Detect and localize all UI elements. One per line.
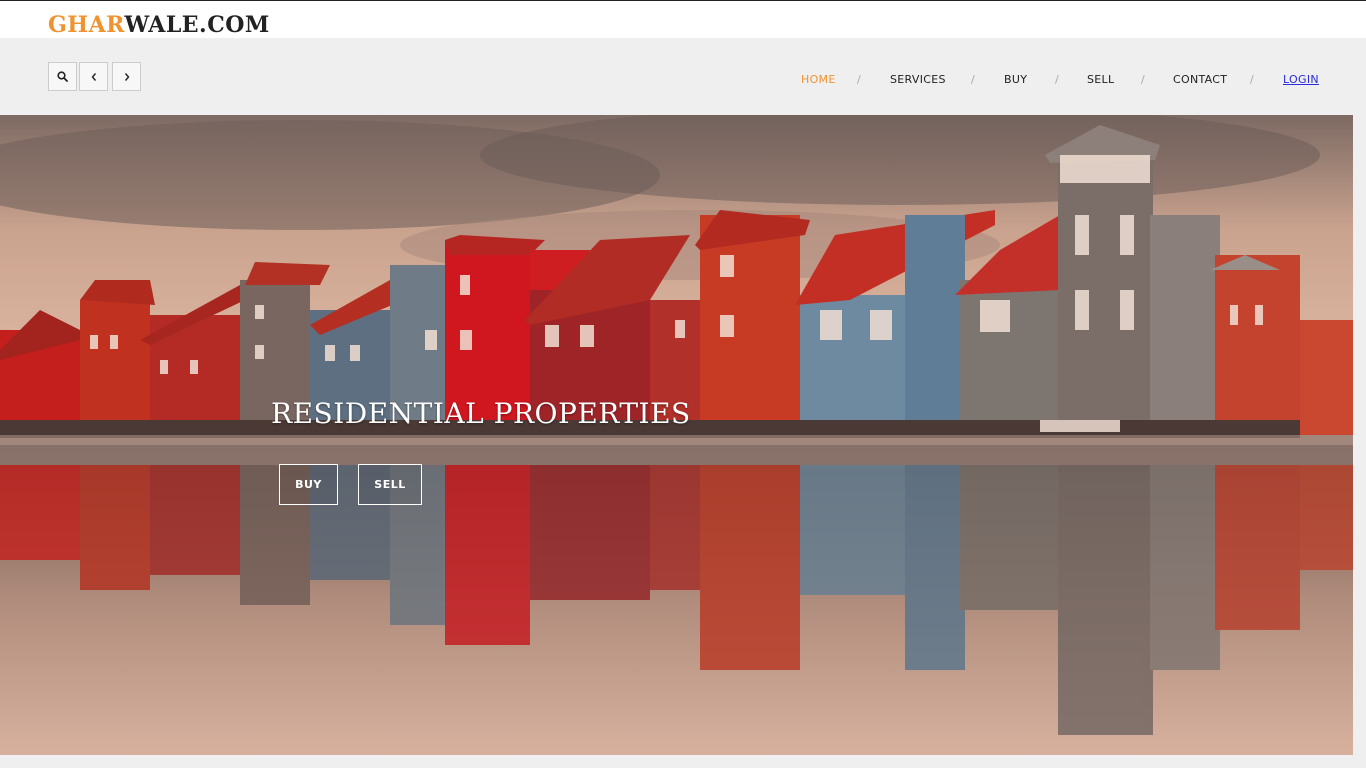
nav-separator: / xyxy=(971,73,975,86)
page-scrollbar[interactable] xyxy=(1353,115,1366,755)
nav-buy[interactable]: BUY xyxy=(1004,73,1027,87)
top-bar: GHARWALE.COM xyxy=(0,0,1366,38)
nav-separator: / xyxy=(1250,73,1254,86)
navigation-bar: HOME / SERVICES / BUY / SELL / CONTACT /… xyxy=(0,38,1366,115)
logo-part-wale: WALE.COM xyxy=(124,12,270,38)
nav-sell[interactable]: SELL xyxy=(1087,73,1114,87)
nav-login[interactable]: LOGIN xyxy=(1283,73,1319,87)
nav-separator: / xyxy=(1055,73,1059,86)
hero-image xyxy=(0,115,1353,755)
hero-sell-button[interactable]: SELL xyxy=(358,464,422,505)
hero-buy-button[interactable]: BUY xyxy=(279,464,338,505)
nav-separator: / xyxy=(1141,73,1145,86)
site-logo[interactable]: GHARWALE.COM xyxy=(48,12,270,38)
main-menu: HOME / SERVICES / BUY / SELL / CONTACT /… xyxy=(0,73,1366,89)
nav-services[interactable]: SERVICES xyxy=(890,73,946,87)
nav-contact[interactable]: CONTACT xyxy=(1173,73,1227,87)
nav-separator: / xyxy=(857,73,861,86)
hero-slider: RESIDENTIAL PROPERTIES BUY SELL xyxy=(0,115,1353,755)
nav-home[interactable]: HOME xyxy=(801,73,836,87)
logo-part-ghar: GHAR xyxy=(48,12,125,38)
page-bottom-strip xyxy=(0,755,1366,768)
hero-title: RESIDENTIAL PROPERTIES xyxy=(271,397,691,430)
